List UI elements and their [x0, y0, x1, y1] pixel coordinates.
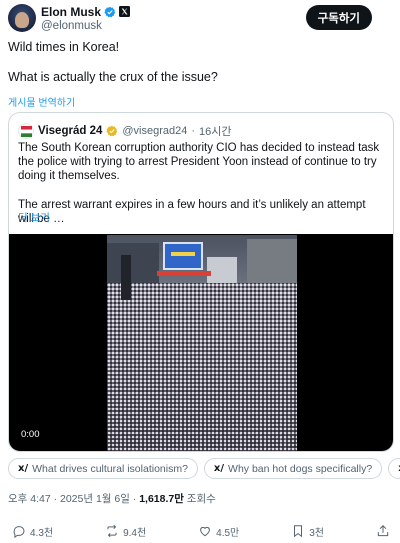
gold-badge-icon [106, 125, 118, 137]
display-name[interactable]: Elon Musk [41, 5, 101, 19]
quote-avatar[interactable] [18, 123, 34, 139]
suggestion-chip[interactable]: x/ What drives cultural isolationism? [8, 458, 198, 479]
suggestion-chip[interactable]: x/ [388, 458, 400, 479]
suggestion-chip[interactable]: x/ Why ban hot dogs specifically? [203, 458, 383, 479]
share-icon [377, 525, 389, 537]
repost-button[interactable]: 9.4천 [105, 524, 146, 539]
suggestion-label: What drives cultural isolationism? [32, 462, 188, 475]
view-count: 1,618.7만 [139, 493, 184, 505]
quote-separator: · [191, 125, 196, 137]
reply-button[interactable]: 4.3천 [12, 524, 53, 539]
crowd-image [107, 283, 297, 451]
bookmark-count: 3천 [309, 527, 324, 539]
video-timestamp: 0:00 [21, 429, 40, 440]
grok-icon: x/ [213, 463, 225, 474]
visegrad-logo-icon [20, 125, 32, 137]
author-names: Elon Musk @elonmusk [41, 4, 131, 32]
view-label: 조회수 [183, 493, 216, 505]
repost-icon [107, 524, 117, 538]
quote-header: Visegrád 24 @visegrad24 · 16시간 [18, 123, 232, 139]
verified-badge-icon [104, 6, 116, 17]
bookmark-button[interactable]: 3천 [291, 524, 324, 539]
share-button[interactable] [376, 524, 390, 538]
tweet-timestamp[interactable]: 오후 4:47 · 2025년 1월 6일 · [8, 493, 139, 505]
like-icon [200, 526, 211, 537]
tweet-line-2: What is actually the crux of the issue? [8, 70, 218, 84]
tweet-page: Elon Musk @elonmusk 구독하기 Wild times in K… [0, 0, 400, 543]
name-row: Elon Musk [41, 4, 131, 19]
repost-count: 9.4천 [123, 527, 147, 539]
translate-link[interactable]: 게시물 번역하기 [8, 94, 75, 109]
show-more-link[interactable]: 더 보기 [18, 210, 50, 225]
quote-display-name[interactable]: Visegrád 24 [38, 125, 102, 137]
quoted-tweet[interactable]: Visegrád 24 @visegrad24 · 16시간 The South… [8, 112, 394, 452]
video-player[interactable]: 0:00 [9, 234, 393, 451]
tweet-meta: 오후 4:47 · 2025년 1월 6일 · 1,618.7만 조회수 [8, 491, 216, 506]
bookmark-icon [294, 525, 303, 538]
video-thumbnail [107, 235, 297, 451]
like-count: 4.5만 [216, 527, 240, 539]
quote-paragraph-1: The South Korean corruption authority CI… [18, 142, 380, 183]
quote-paragraph-2: The arrest warrant expires in a few hour… [18, 198, 366, 225]
reply-count: 4.3천 [30, 527, 54, 539]
grok-suggestions: x/ What drives cultural isolationism? x/… [8, 458, 400, 480]
x-logo-icon [119, 6, 131, 17]
quote-handle[interactable]: @visegrad24 [122, 125, 187, 137]
tweet-line-1: Wild times in Korea! [8, 40, 120, 54]
suggestion-label: Why ban hot dogs specifically? [228, 462, 373, 475]
subscribe-button[interactable]: 구독하기 [305, 5, 372, 30]
tweet-header: Elon Musk @elonmusk 구독하기 [8, 4, 392, 38]
like-button[interactable]: 4.5만 [198, 524, 239, 539]
tweet-text: Wild times in Korea! What is actually th… [8, 40, 388, 100]
quote-body: The South Korean corruption authority CI… [18, 141, 381, 240]
author-handle[interactable]: @elonmusk [41, 20, 130, 32]
grok-icon: x/ [18, 463, 29, 474]
avatar[interactable] [8, 4, 36, 32]
action-bar: 4.3천 9.4천 4.5만 3천 [12, 522, 390, 540]
quote-time[interactable]: 16시간 [199, 123, 231, 139]
reply-icon [13, 526, 25, 538]
